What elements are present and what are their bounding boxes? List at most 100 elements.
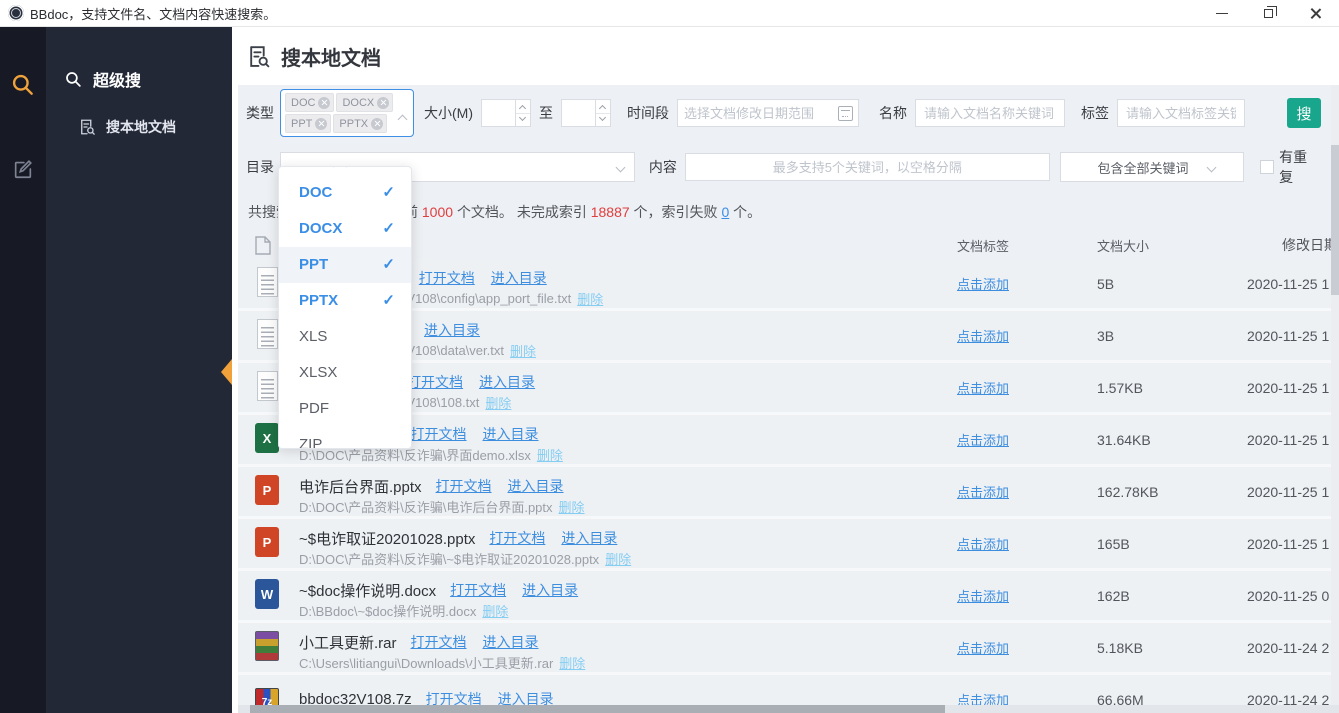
add-tag-link[interactable]: 点击添加 (957, 589, 1009, 604)
open-doc-link[interactable]: 打开文档 (407, 372, 463, 392)
add-tag-link[interactable]: 点击添加 (957, 641, 1009, 656)
app-body: 超级搜 搜本地文档 搜本地文档 类型 DOC DOCX PPT (0, 27, 1339, 713)
delete-link[interactable]: 删除 (577, 289, 603, 308)
tag-label: 标签 (1081, 103, 1109, 123)
file-path: C:\Users\litiangui\Downloads\小工具更新.rar (299, 653, 553, 672)
add-tag-link[interactable]: 点击添加 (957, 381, 1009, 396)
type-multiselect[interactable]: DOC DOCX PPT PPTX (280, 89, 414, 137)
tag-keyword-input[interactable] (1117, 99, 1245, 127)
size-max-input[interactable] (562, 100, 595, 126)
window-title: BBdoc，支持文件名、文档内容快速搜索。 (30, 4, 276, 23)
enter-dir-link[interactable]: 进入目录 (479, 372, 535, 392)
vertical-scrollbar[interactable] (1331, 85, 1339, 705)
file-size: 162.78KB (1089, 484, 1239, 500)
edit-icon[interactable] (10, 156, 36, 182)
dropdown-option-ppt[interactable]: PPT✓ (279, 247, 411, 283)
search-icon[interactable] (10, 72, 36, 98)
delete-link[interactable]: 删除 (485, 393, 511, 412)
txt-file-icon (257, 267, 278, 297)
dropdown-option-pptx[interactable]: PPTX✓ (279, 283, 411, 319)
titlebar: BBdoc，支持文件名、文档内容快速搜索。 (0, 0, 1339, 27)
add-tag-link[interactable]: 点击添加 (957, 485, 1009, 500)
enter-dir-link[interactable]: 进入目录 (483, 632, 539, 652)
horizontal-scrollbar[interactable] (238, 705, 1331, 713)
close-button[interactable] (1292, 0, 1339, 27)
delete-link[interactable]: 删除 (605, 549, 631, 568)
remove-tag-icon[interactable] (315, 118, 327, 130)
sidebar-item-super-search[interactable]: 超级搜 (46, 67, 232, 91)
stepper-arrows[interactable] (515, 100, 530, 126)
delete-link[interactable]: 删除 (482, 601, 508, 620)
vertical-scrollbar-thumb[interactable] (1331, 145, 1339, 295)
dropdown-option-pdf[interactable]: PDF✓ (279, 391, 411, 427)
search-button[interactable]: 搜 (1287, 98, 1321, 128)
name-keyword-input[interactable] (915, 99, 1065, 127)
chevron-down-icon (519, 114, 526, 121)
rar-file-icon (255, 631, 279, 661)
powerpoint-file-icon (255, 475, 279, 505)
add-tag-link[interactable]: 点击添加 (957, 277, 1009, 292)
failed-count-link[interactable]: 0 (721, 204, 729, 220)
file-path: D:\DOC\产品资料\反诈骗\电诈后台界面.pptx (299, 497, 553, 516)
filter-area: 类型 DOC DOCX PPT PPTX 大小(M) 至 (238, 85, 1339, 713)
remove-tag-icon[interactable] (371, 118, 383, 130)
enter-dir-link[interactable]: 进入目录 (508, 476, 564, 496)
dropdown-option-zip[interactable]: ZIP✓ (279, 427, 411, 449)
horizontal-scrollbar-thumb[interactable] (250, 705, 945, 713)
file-size: 5.18KB (1089, 640, 1239, 656)
file-date: 2020-11-25 1 (1239, 536, 1339, 552)
open-doc-link[interactable]: 打开文档 (411, 424, 467, 444)
enter-dir-link[interactable]: 进入目录 (483, 424, 539, 444)
remove-tag-icon[interactable] (318, 97, 330, 109)
file-title: 小工具更新.rar (299, 632, 397, 653)
delete-link[interactable]: 删除 (537, 445, 563, 464)
duplicate-checkbox[interactable] (1260, 160, 1274, 174)
file-size: 162B (1089, 588, 1239, 604)
add-tag-link[interactable]: 点击添加 (957, 329, 1009, 344)
main-content: 搜本地文档 类型 DOC DOCX PPT PPTX 大小(M) 至 (232, 27, 1339, 713)
minimize-button[interactable] (1198, 0, 1245, 27)
calendar-icon[interactable] (838, 106, 853, 121)
check-icon: ✓ (382, 211, 395, 247)
app-logo-icon (8, 5, 24, 21)
dropdown-option-doc[interactable]: DOC✓ (279, 175, 411, 211)
txt-file-icon (257, 319, 278, 349)
delete-link[interactable]: 删除 (510, 341, 536, 360)
dropdown-option-xlsx[interactable]: XLSX✓ (279, 355, 411, 391)
add-tag-link[interactable]: 点击添加 (957, 433, 1009, 448)
dropdown-option-xls[interactable]: XLS✓ (279, 319, 411, 355)
chevron-up-icon (599, 105, 606, 112)
restore-icon (1264, 9, 1273, 18)
enter-dir-link[interactable]: 进入目录 (424, 320, 480, 340)
date-range-input[interactable] (678, 100, 834, 126)
sidebar-item-label: 超级搜 (93, 67, 141, 91)
delete-link[interactable]: 删除 (559, 653, 585, 672)
size-max-stepper (561, 99, 611, 127)
date-range-label: 时间段 (627, 103, 669, 123)
restore-button[interactable] (1245, 0, 1292, 27)
sidebar-item-local-doc-search[interactable]: 搜本地文档 (46, 117, 232, 137)
file-date: 2020-11-24 2 (1239, 640, 1339, 656)
open-doc-link[interactable]: 打开文档 (411, 632, 467, 652)
type-dropdown-menu: DOC✓ DOCX✓ PPT✓ PPTX✓ XLS✓ XLSX✓ PDF✓ ZI… (278, 166, 412, 449)
open-doc-link[interactable]: 打开文档 (419, 268, 475, 288)
content-keyword-input[interactable] (685, 153, 1050, 181)
keyword-mode-select[interactable]: 包含全部关键词 (1060, 152, 1244, 182)
stepper-arrows[interactable] (595, 100, 610, 126)
size-min-input[interactable] (482, 100, 515, 126)
delete-link[interactable]: 删除 (559, 497, 585, 516)
enter-dir-link[interactable]: 进入目录 (561, 528, 617, 548)
collapse-sidebar-arrow[interactable] (221, 359, 232, 385)
open-doc-link[interactable]: 打开文档 (489, 528, 545, 548)
add-tag-link[interactable]: 点击添加 (957, 537, 1009, 552)
open-doc-link[interactable]: 打开文档 (436, 476, 492, 496)
remove-tag-icon[interactable] (377, 97, 389, 109)
pending-count: 18887 (591, 204, 630, 220)
dropdown-option-docx[interactable]: DOCX✓ (279, 211, 411, 247)
enter-dir-link[interactable]: 进入目录 (491, 268, 547, 288)
keyword-mode-value: 包含全部关键词 (1097, 158, 1188, 177)
file-size: 3B (1089, 328, 1239, 344)
word-file-icon (255, 579, 279, 609)
open-doc-link[interactable]: 打开文档 (450, 580, 506, 600)
enter-dir-link[interactable]: 进入目录 (522, 580, 578, 600)
